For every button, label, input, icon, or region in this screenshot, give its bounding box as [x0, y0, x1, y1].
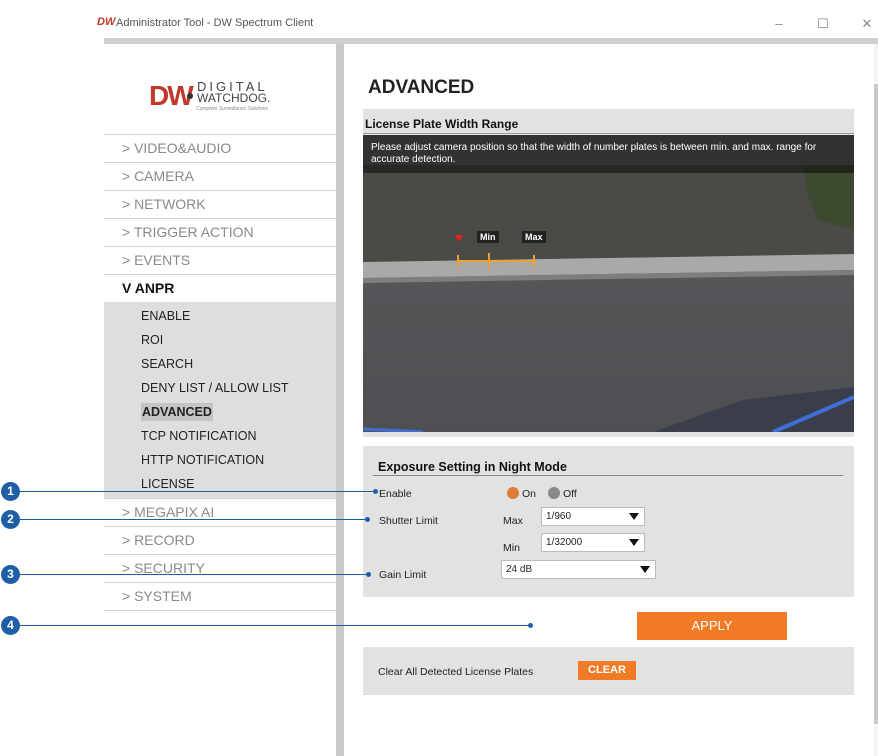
sub-tcp-notification[interactable]: TCP NOTIFICATION: [104, 424, 336, 448]
logo-line2: WATCHDOG.: [197, 91, 271, 105]
sub-enable[interactable]: ENABLE: [104, 304, 336, 328]
clear-panel: Clear All Detected License Plates CLEAR: [363, 647, 854, 695]
app-window: DW Administrator Tool - DW Spectrum Clie…: [97, 0, 878, 756]
nav-bottom-divider: [104, 610, 336, 611]
sub-advanced[interactable]: ADVANCED: [104, 400, 336, 424]
sub-license[interactable]: LICENSE: [104, 472, 336, 496]
max-tag: Max: [522, 231, 546, 243]
sub-roi[interactable]: ROI: [104, 328, 336, 352]
callout-4: 4: [1, 616, 20, 635]
gain-limit-value: 24 dB: [506, 564, 533, 575]
screenshot: DW Administrator Tool - DW Spectrum Clie…: [0, 0, 878, 756]
nav-security[interactable]: > SECURITY: [104, 554, 336, 582]
sub-license-label: LICENSE: [141, 477, 195, 491]
driveway: [363, 165, 854, 263]
minimize-button[interactable]: –: [769, 16, 789, 31]
callout-1-dot: [373, 489, 378, 494]
exposure-divider: [373, 475, 843, 476]
plate-width-title: License Plate Width Range: [365, 117, 519, 131]
nav-system[interactable]: > SYSTEM: [104, 582, 336, 610]
gain-limit-label: Gain Limit: [379, 569, 427, 581]
shutter-max-select[interactable]: 1/960: [541, 507, 645, 526]
sidebar: DW DIGITAL WATCHDOG. Complete Surveillan…: [104, 44, 336, 756]
title-bar: DW Administrator Tool - DW Spectrum Clie…: [97, 8, 878, 38]
radio-on[interactable]: [507, 487, 519, 499]
sub-http-label: HTTP NOTIFICATION: [141, 453, 265, 467]
camera-scene: [363, 135, 854, 432]
maximize-button[interactable]: ☐: [813, 16, 833, 32]
callout-3-line: [20, 574, 368, 575]
callout-1-line: [20, 491, 375, 492]
apply-button[interactable]: APPLY: [637, 612, 787, 640]
anpr-submenu: ENABLE ROI SEARCH DENY LIST / ALLOW LIST…: [104, 302, 336, 498]
chevron-down-icon: [629, 513, 639, 520]
sub-search[interactable]: SEARCH: [104, 352, 336, 376]
main-content: ADVANCED License Plate Width Range Pleas…: [344, 44, 878, 756]
app-logo-icon: DW: [97, 16, 116, 28]
callout-1: 1: [1, 482, 20, 501]
camera-notice: Please adjust camera position so that th…: [363, 135, 854, 173]
digital-watchdog-logo: DW DIGITAL WATCHDOG. Complete Surveillan…: [149, 76, 299, 120]
off-label: Off: [563, 488, 577, 500]
window-title: Administrator Tool - DW Spectrum Client: [116, 17, 314, 29]
callout-3-dot: [366, 572, 371, 577]
callout-4-line: [20, 625, 530, 626]
min-tag: Min: [477, 231, 499, 243]
sub-http-notification[interactable]: HTTP NOTIFICATION: [104, 448, 336, 472]
callout-3: 3: [1, 565, 20, 584]
gain-limit-select[interactable]: 24 dB: [501, 560, 656, 579]
shutter-min-label: Min: [503, 542, 520, 554]
radio-off[interactable]: [548, 487, 560, 499]
red-marker-icon[interactable]: [455, 235, 463, 242]
close-button[interactable]: ✕: [857, 16, 877, 32]
shutter-max-value: 1/960: [546, 511, 572, 522]
on-label: On: [522, 488, 537, 500]
plate-width-divider: [363, 133, 854, 134]
callout-2: 2: [1, 510, 20, 529]
exposure-panel: Exposure Setting in Night Mode Enable On…: [363, 446, 854, 597]
page-title: ADVANCED: [368, 77, 475, 98]
nav-video-audio[interactable]: > VIDEO&AUDIO: [104, 134, 336, 162]
plate-width-panel: License Plate Width Range Please adjust …: [363, 109, 854, 437]
logo-dot-icon: [187, 93, 193, 99]
nav-events[interactable]: > EVENTS: [104, 246, 336, 274]
shutter-min-value: 1/32000: [546, 537, 583, 548]
sub-advanced-label: ADVANCED: [141, 403, 213, 421]
nav-trigger-action[interactable]: > TRIGGER ACTION: [104, 218, 336, 246]
clear-button[interactable]: CLEAR: [578, 661, 636, 680]
nav-megapix-ai[interactable]: > MEGAPIX AI: [104, 498, 336, 526]
nav-anpr[interactable]: V ANPR: [104, 274, 336, 302]
enable-label: Enable: [379, 488, 412, 500]
sidebar-nav: > VIDEO&AUDIO > CAMERA > NETWORK > TRIGG…: [104, 134, 336, 611]
camera-view[interactable]: Please adjust camera position so that th…: [363, 135, 854, 432]
sub-enable-label: ENABLE: [141, 309, 191, 323]
nav-camera[interactable]: > CAMERA: [104, 162, 336, 190]
callout-4-dot: [528, 623, 533, 628]
sub-search-label: SEARCH: [141, 357, 194, 371]
sub-roi-label: ROI: [141, 333, 164, 347]
sidebar-splitter[interactable]: [336, 44, 344, 756]
logo-dw: DW: [149, 80, 194, 111]
logo-tagline: Complete Surveillance Solutions: [196, 106, 268, 112]
nav-record[interactable]: > RECORD: [104, 526, 336, 554]
chevron-down-icon: [629, 539, 639, 546]
shutter-limit-label: Shutter Limit: [379, 515, 438, 527]
clear-plates-label: Clear All Detected License Plates: [378, 666, 534, 678]
shutter-max-label: Max: [503, 515, 523, 527]
exposure-title: Exposure Setting in Night Mode: [378, 460, 567, 474]
sub-tcp-label: TCP NOTIFICATION: [141, 429, 257, 443]
scrollbar-thumb[interactable]: [874, 84, 878, 724]
sub-deny-allow-list[interactable]: DENY LIST / ALLOW LIST: [104, 376, 336, 400]
sub-deny-allow-label: DENY LIST / ALLOW LIST: [141, 381, 289, 395]
callout-2-dot: [365, 517, 370, 522]
nav-network[interactable]: > NETWORK: [104, 190, 336, 218]
shutter-min-select[interactable]: 1/32000: [541, 533, 645, 552]
chevron-down-icon: [640, 566, 650, 573]
callout-2-line: [20, 519, 367, 520]
